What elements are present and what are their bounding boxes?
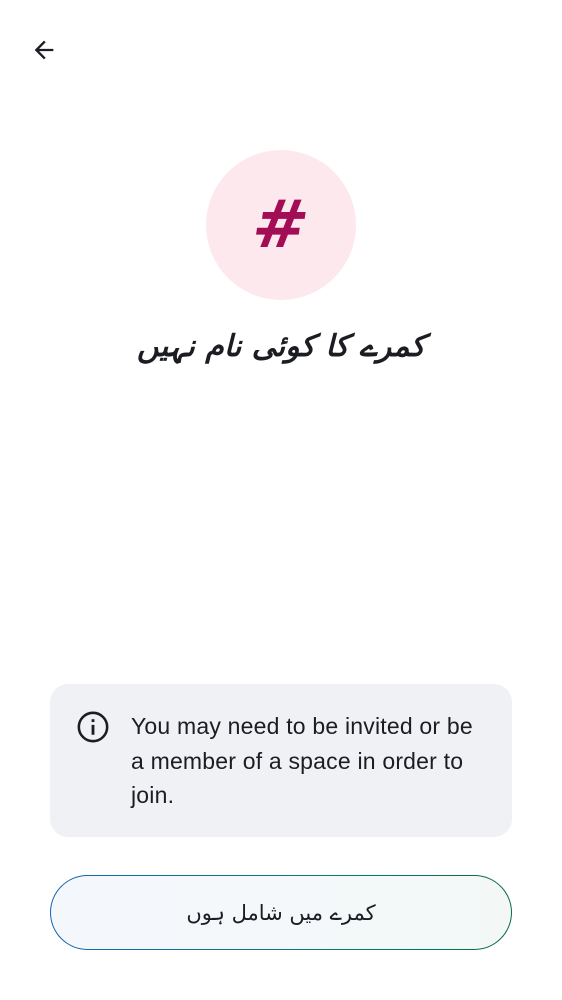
join-room-label: کمرے میں شامل ہوں: [186, 900, 376, 925]
join-room-button[interactable]: کمرے میں شامل ہوں: [50, 875, 512, 950]
info-card: You may need to be invited or be a membe…: [50, 684, 512, 837]
room-title: کمرے کا کوئی نام نہیں: [137, 329, 425, 364]
info-message: You may need to be invited or be a membe…: [131, 713, 473, 808]
arrow-left-icon: [34, 40, 54, 60]
room-avatar: #: [206, 150, 356, 300]
room-avatar-glyph: #: [248, 186, 315, 263]
info-icon: [77, 711, 109, 743]
back-button[interactable]: [22, 28, 66, 72]
